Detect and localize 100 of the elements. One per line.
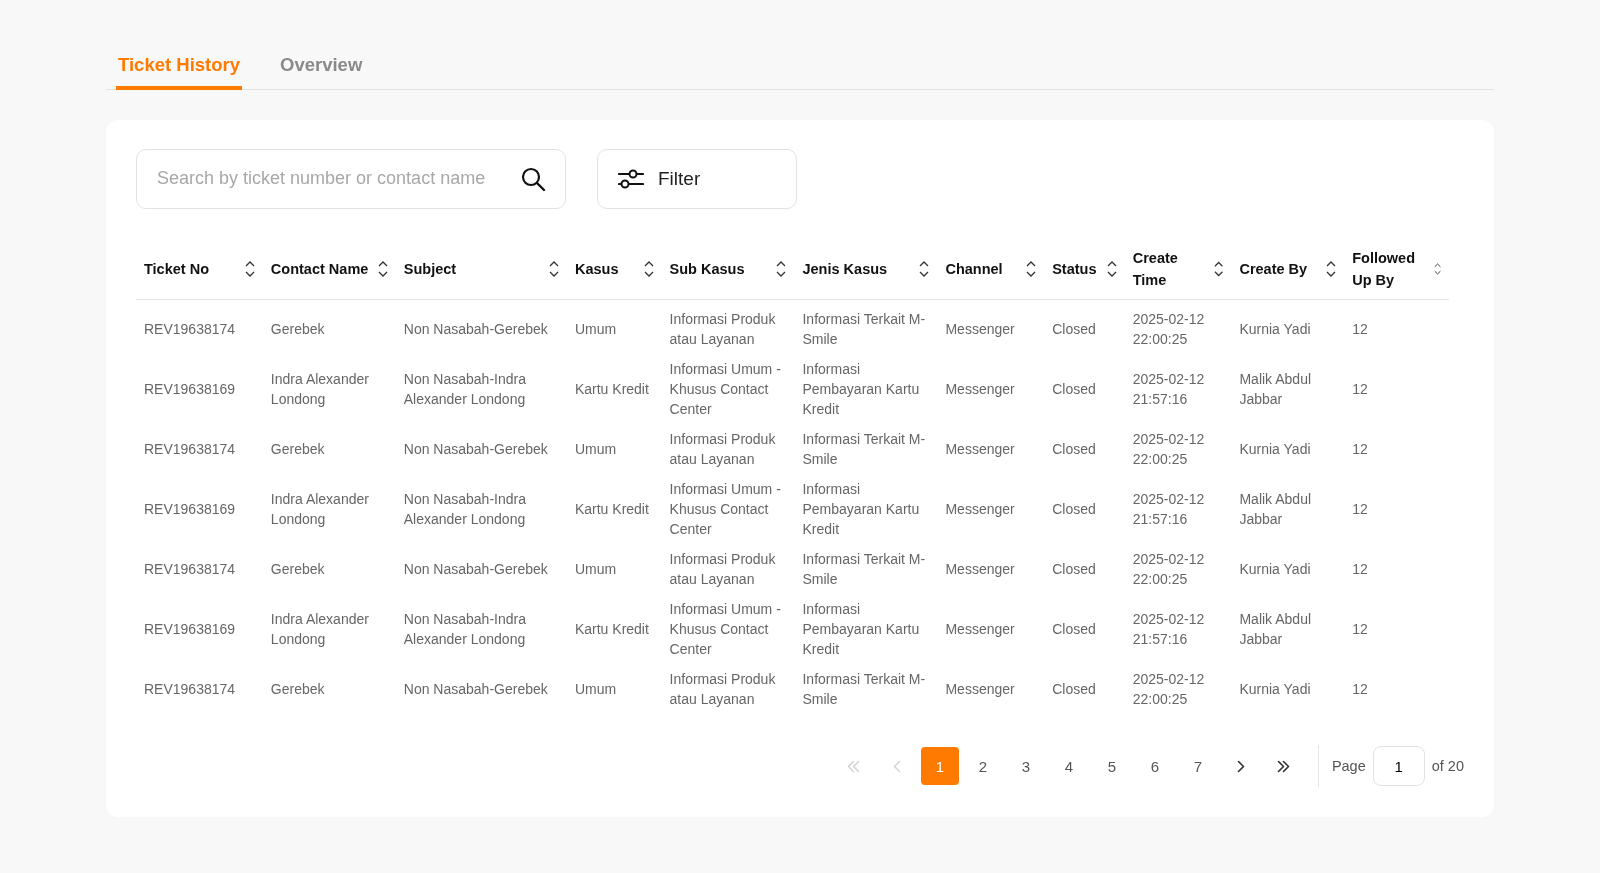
table-cell: Informasi Pembayaran Kartu Kredit [802,481,920,537]
table-cell: Kurnia Yadi [1239,321,1311,338]
table-cell: 12 [1352,621,1368,637]
column-header: Create Time [1132,248,1179,290]
table-cell: Malik Abdul Jabbar [1239,491,1312,527]
table-cell: Non Nasabah-Gerebek [403,441,548,457]
column-header: Channel [945,259,1003,279]
table-cell: 12 [1352,501,1368,517]
table-cell: 2025-02-12 22:00:25 [1132,431,1205,467]
table-cell: 12 [1352,561,1368,577]
page-button[interactable]: 5 [1092,747,1131,785]
table-cell: Umum [574,321,617,338]
table-cell: Messenger [945,501,1015,517]
table-cell: Messenger [945,381,1015,397]
table-cell: Informasi Terkait M-Smile [802,431,926,467]
page-button[interactable]: 7 [1178,747,1217,785]
page-number-field[interactable]: 1 [1372,746,1425,786]
column-header: Subject [403,259,457,279]
table-cell: 2025-02-12 22:00:25 [1132,671,1205,707]
search-field[interactable]: Search by ticket number or contact name [136,148,566,209]
column-header: Jenis Kasus [802,259,888,279]
table-cell: Indra Alexander Londong [270,611,369,647]
table-cell: REV19638174 [144,321,236,338]
table-cell: Closed [1052,441,1096,457]
table-cell: 2025-02-12 21:57:16 [1132,491,1205,527]
table-cell: Indra Alexander Londong [270,371,369,407]
table-cell: Umum [574,441,617,457]
table-cell: REV19638169 [144,501,236,517]
page-label: Page [1331,758,1366,774]
filter-button[interactable]: Filter [597,148,797,209]
table-cell: Messenger [945,621,1015,637]
table-cell: 12 [1352,321,1368,338]
table-cell: Umum [574,681,617,697]
table-cell: 12 [1352,681,1368,697]
table-cell: 12 [1352,441,1368,457]
table-cell: Gerebek [270,681,325,697]
table-cell: Closed [1052,681,1096,697]
table-cell: Non Nasabah-Gerebek [403,561,548,577]
table-cell: REV19638174 [144,441,236,457]
column-header: Status [1052,259,1097,279]
table-cell: 2025-02-12 22:00:25 [1132,311,1205,348]
table-cell: Informasi Umum - Khusus Contact Center [669,361,781,417]
table-cell: Informasi Terkait M-Smile [802,311,926,348]
table-cell: Messenger [945,561,1015,577]
column-header: Followed Up By [1352,248,1417,290]
table-cell: Kartu Kredit [574,501,649,517]
table-cell: REV19638169 [144,621,236,637]
page-button[interactable]: 2 [963,747,1002,785]
table-cell: Gerebek [270,561,325,577]
table-cell: Informasi Produk atau Layanan [669,551,776,587]
page-button[interactable]: 3 [1006,747,1045,785]
page-total: of 20 [1431,758,1464,774]
table-cell: 2025-02-12 21:57:16 [1132,371,1205,407]
table-cell: Informasi Produk atau Layanan [669,431,776,467]
table-cell: Kartu Kredit [574,621,649,637]
table-cell: Closed [1052,621,1096,637]
table-cell: Informasi Produk atau Layanan [669,671,776,707]
table-cell: Kartu Kredit [574,381,649,397]
search-icon [520,165,546,192]
column-header: Create By [1239,259,1308,279]
table-cell: Malik Abdul Jabbar [1239,371,1312,407]
table-cell: Non Nasabah-Gerebek [403,321,548,338]
table-cell: Malik Abdul Jabbar [1239,611,1312,647]
table-cell: Closed [1052,381,1096,397]
table-cell: REV19638174 [144,681,236,697]
table-cell: Closed [1052,501,1096,517]
table-cell: Messenger [945,321,1015,338]
table-cell: Closed [1052,561,1096,577]
table-cell: Non Nasabah-Indra Alexander Londong [403,491,526,527]
table-cell: REV19638174 [144,561,236,577]
column-header: Contact Name [270,259,369,279]
table-cell: Non Nasabah-Gerebek [403,681,548,697]
table-cell: Informasi Pembayaran Kartu Kredit [802,601,920,657]
table-cell: Indra Alexander Londong [270,491,369,527]
table-cell: Kurnia Yadi [1239,681,1311,697]
table-cell: Informasi Terkait M-Smile [802,671,926,707]
table-cell: Informasi Umum - Khusus Contact Center [669,481,781,537]
column-header: Kasus [574,259,619,279]
column-header: Ticket No [144,259,209,279]
table-cell: Informasi Terkait M-Smile [802,551,926,587]
table-cell: Closed [1052,321,1096,338]
table-cell: Umum [574,561,617,577]
table-cell: 12 [1352,381,1368,397]
table-cell: Informasi Pembayaran Kartu Kredit [802,361,920,417]
table-cell: Non Nasabah-Indra Alexander Londong [403,371,526,407]
table-cell: Informasi Umum - Khusus Contact Center [669,601,781,657]
table-cell: Informasi Produk atau Layanan [669,311,776,348]
table-cell: REV19638169 [144,381,236,397]
page-button[interactable]: 6 [1135,747,1174,785]
table-cell: Gerebek [270,441,325,457]
table-cell: Kurnia Yadi [1239,561,1311,577]
column-header: Sub Kasus [669,259,745,279]
page-button[interactable]: 4 [1049,747,1088,785]
table-cell: Messenger [945,681,1015,697]
table-cell: 2025-02-12 22:00:25 [1132,551,1205,587]
table-cell: Gerebek [270,321,325,338]
table-cell: 2025-02-12 21:57:16 [1132,611,1205,647]
table-cell: Kurnia Yadi [1239,441,1311,457]
table-cell: Non Nasabah-Indra Alexander Londong [403,611,526,647]
table-cell: Messenger [945,441,1015,457]
